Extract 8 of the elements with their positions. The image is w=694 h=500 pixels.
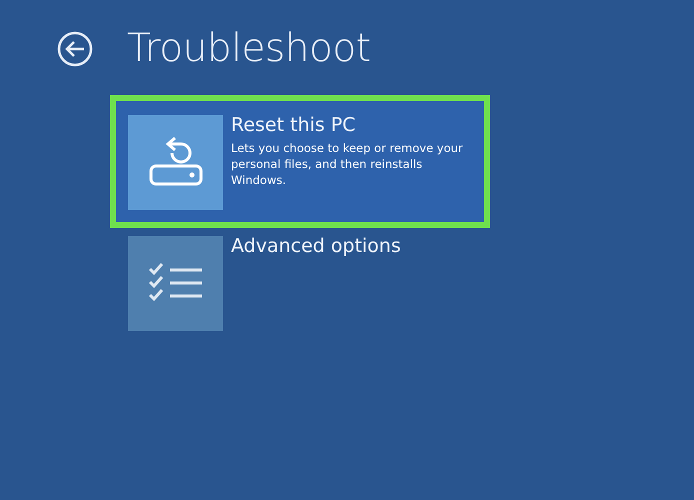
page-title: Troubleshoot [127, 26, 370, 73]
checklist-icon [148, 263, 204, 304]
option-title: Reset this PC [231, 114, 357, 136]
reset-drive-icon [146, 136, 204, 188]
option-description: Lets you choose to keep or remove your personal files, and then reinstalls Windows. [231, 140, 464, 188]
option-tile[interactable]: Reset this PC Lets you choose to keep or remove your personal files, and then reinstalls Windows. [110, 94, 490, 228]
back-button[interactable] [57, 31, 93, 68]
option-title: Advanced options [231, 236, 401, 257]
